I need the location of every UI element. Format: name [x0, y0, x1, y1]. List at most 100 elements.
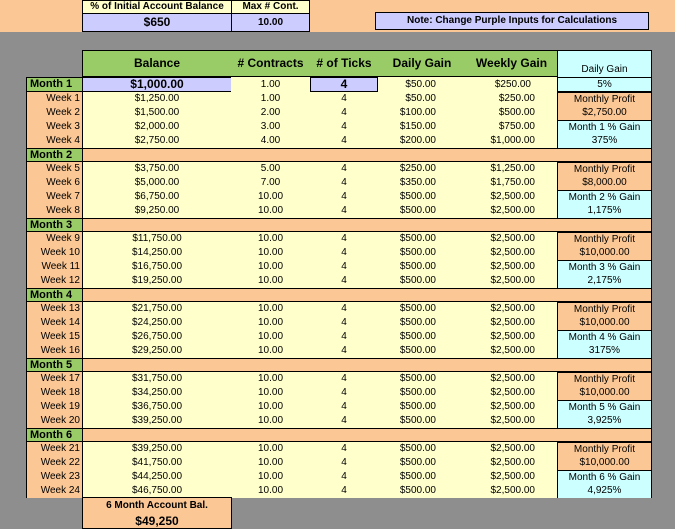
balance-cell: $5,000.00: [82, 176, 232, 190]
contracts-cell: 1.00: [231, 92, 310, 106]
month-gain-label: Month 5 % Gain: [557, 400, 652, 414]
balance-cell: $9,250.00: [82, 204, 232, 218]
daily-gain-cell: $500.00: [378, 302, 466, 316]
weekly-gain-cell: $2,500.00: [466, 330, 558, 344]
week-label: Week 16: [26, 344, 82, 358]
month-label: Month 1: [26, 77, 83, 92]
week-label: Week 9: [26, 232, 82, 246]
balance-cell: $3,750.00: [82, 162, 232, 176]
daily-gain-cell: $500.00: [378, 456, 466, 470]
weekly-gain-cell: $2,500.00: [466, 386, 558, 400]
daily-gain-cell: $250.00: [378, 162, 466, 176]
month-gain-value: 2,175%: [557, 274, 652, 288]
pct-balance-input[interactable]: $650: [82, 13, 232, 32]
week-label: Week 20: [26, 414, 82, 428]
week-label: Week 22: [26, 456, 82, 470]
daily-gain-cell: $500.00: [378, 414, 466, 428]
week-label: Week 2: [26, 106, 82, 120]
ticks-cell: 4: [310, 330, 378, 344]
month-gain-label: Month 6 % Gain: [557, 470, 652, 484]
ticks-cell: 4: [310, 176, 378, 190]
month-gain-value: 3175%: [557, 344, 652, 358]
ticks-cell: 4: [310, 344, 378, 358]
contracts-cell: 10.00: [231, 484, 310, 498]
contracts-cell: 10.00: [231, 386, 310, 400]
week-label: Week 13: [26, 302, 82, 316]
weekly-gain-cell: $2,500.00: [466, 316, 558, 330]
ticks-cell: 4: [310, 274, 378, 288]
contracts-cell: 10.00: [231, 372, 310, 386]
balance-cell: $2,000.00: [82, 120, 232, 134]
note-banner: Note: Change Purple Inputs for Calculati…: [375, 12, 649, 30]
balance-cell: $36,750.00: [82, 400, 232, 414]
ticks-cell: 4: [310, 470, 378, 484]
ticks-input[interactable]: 4: [310, 77, 378, 92]
contracts-cell: 10.00: [231, 456, 310, 470]
balance-cell: $24,250.00: [82, 316, 232, 330]
ticks-cell: 4: [310, 204, 378, 218]
pct-balance-label-cell: % of Initial Account Balance: [82, 0, 232, 14]
contracts-cell: 10.00: [231, 302, 310, 316]
month-gain-value: 375%: [557, 134, 652, 148]
side-daily-gain-input[interactable]: 5%: [557, 77, 652, 92]
month-header-row: [26, 428, 652, 442]
week-label: Week 19: [26, 400, 82, 414]
weekly-gain-cell: $2,500.00: [466, 232, 558, 246]
weekly-gain-cell: $2,500.00: [466, 456, 558, 470]
monthly-profit-value: $10,000.00: [557, 246, 652, 260]
ticks-cell: 4: [310, 456, 378, 470]
weekly-gain-cell: $750.00: [466, 120, 558, 134]
week-label: Week 3: [26, 120, 82, 134]
monthly-profit-value: $8,000.00: [557, 176, 652, 190]
daily-gain-cell: $500.00: [378, 470, 466, 484]
contracts-cell: 10.00: [231, 316, 310, 330]
week-label: Week 24: [26, 484, 82, 498]
week-label: Week 23: [26, 470, 82, 484]
contracts-cell: 10.00: [231, 204, 310, 218]
max-contracts-input[interactable]: 10.00: [231, 13, 310, 32]
week-label: Week 5: [26, 162, 82, 176]
weekly-gain-cell: $1,750.00: [466, 176, 558, 190]
daily-gain-cell: $500.00: [378, 316, 466, 330]
month-gain-value: 3,925%: [557, 414, 652, 428]
contracts-cell: 3.00: [231, 120, 310, 134]
month-gain-label: Month 1 % Gain: [557, 120, 652, 134]
weekly-gain-cell: $2,500.00: [466, 260, 558, 274]
weekly-gain-cell: $2,500.00: [466, 414, 558, 428]
daily-gain-cell: $500.00: [378, 260, 466, 274]
six-month-balance-value: $49,250: [135, 514, 179, 528]
six-month-balance-label: 6 Month Account Bal.: [106, 500, 208, 511]
weekly-gain-cell: $2,500.00: [466, 470, 558, 484]
spreadsheet-sheet: % of Initial Account Balance $650 Max # …: [0, 0, 675, 529]
balance-cell: $44,250.00: [82, 470, 232, 484]
daily-gain-cell: $50.00: [378, 77, 466, 92]
contracts-cell: 4.00: [231, 134, 310, 148]
balance-cell: $6,750.00: [82, 190, 232, 204]
contracts-cell: 1.00: [231, 77, 310, 92]
weekly-gain-cell: $2,500.00: [466, 190, 558, 204]
monthly-profit-value: $10,000.00: [557, 456, 652, 470]
daily-gain-cell: $150.00: [378, 120, 466, 134]
week-label: Week 1: [26, 92, 82, 106]
monthly-profit-label: Monthly Profit: [557, 442, 652, 456]
week-label: Week 18: [26, 386, 82, 400]
balance-cell: $16,750.00: [82, 260, 232, 274]
month-gain-value: 4,925%: [557, 484, 652, 498]
balance-cell: $19,250.00: [82, 274, 232, 288]
starting-balance-input[interactable]: $1,000.00: [82, 77, 232, 92]
weekly-gain-cell: $2,500.00: [466, 442, 558, 456]
weekly-gain-cell: $2,500.00: [466, 484, 558, 498]
header-daily-gain: Daily Gain: [378, 50, 466, 77]
daily-gain-cell: $500.00: [378, 246, 466, 260]
weekly-gain-cell: $1,000.00: [466, 134, 558, 148]
ticks-cell: 4: [310, 372, 378, 386]
contracts-cell: 10.00: [231, 400, 310, 414]
contracts-cell: 10.00: [231, 330, 310, 344]
weekly-gain-cell: $2,500.00: [466, 204, 558, 218]
max-contracts-label-cell: Max # Cont.: [231, 0, 310, 14]
balance-cell: $21,750.00: [82, 302, 232, 316]
month-header-row: [26, 288, 652, 302]
ticks-cell: 4: [310, 400, 378, 414]
contracts-cell: 10.00: [231, 442, 310, 456]
balance-cell: $1,250.00: [82, 92, 232, 106]
